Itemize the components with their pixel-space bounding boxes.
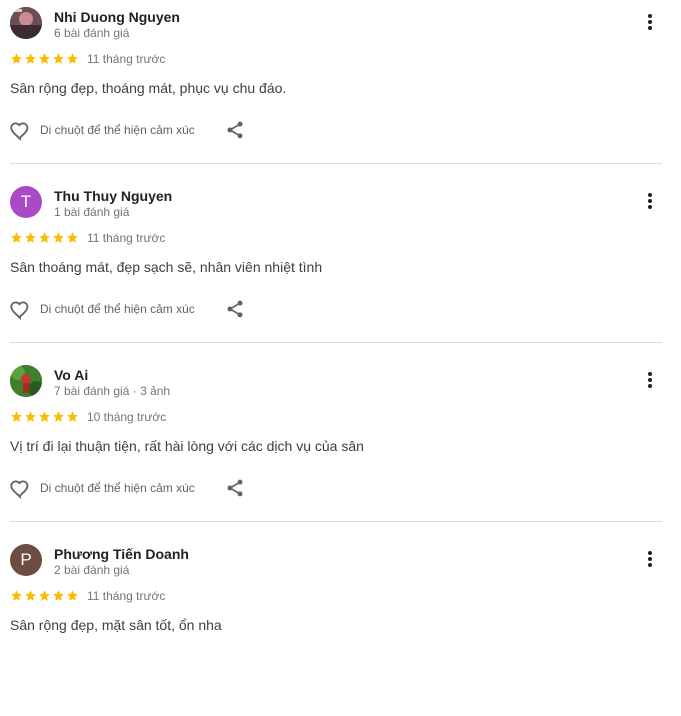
review-divider — [10, 163, 662, 164]
review-text: Sân rộng đẹp, thoáng mát, phục vụ chu đá… — [10, 80, 287, 96]
reviewer-meta: 6 bài đánh giá — [54, 26, 130, 40]
more-options-button[interactable] — [636, 8, 664, 36]
share-icon[interactable] — [225, 478, 245, 498]
review-card: T Thu Thuy Nguyen 1 bài đánh giá 11 thán… — [0, 179, 681, 358]
more-vertical-icon — [648, 193, 652, 209]
star-icon — [53, 590, 64, 601]
star-rating — [10, 589, 79, 603]
reviewer-meta: 2 bài đánh giá — [54, 563, 130, 577]
more-options-button[interactable] — [636, 545, 664, 573]
reviewer-name[interactable]: Vo Ai — [54, 367, 88, 383]
star-icon — [25, 590, 36, 601]
star-icon — [25, 232, 36, 243]
reviewer-meta: 7 bài đánh giá · 3 ảnh — [54, 384, 171, 398]
like-label: Di chuột để thể hiện cảm xúc — [40, 123, 195, 137]
share-icon[interactable] — [225, 120, 245, 140]
star-icon — [39, 232, 50, 243]
avatar-initial: P — [20, 550, 32, 569]
review-time: 11 tháng trước — [87, 231, 166, 245]
star-rating — [10, 231, 79, 245]
star-icon — [39, 53, 50, 64]
heart-outline-icon[interactable] — [9, 120, 31, 142]
star-rating — [10, 410, 79, 424]
reviewer-name[interactable]: Nhi Duong Nguyen — [54, 9, 180, 25]
review-divider — [10, 342, 662, 343]
star-icon — [39, 590, 50, 601]
review-text: Vị trí đi lại thuận tiện, rất hài lòng v… — [10, 438, 364, 454]
star-icon — [25, 53, 36, 64]
review-text: Sân rộng đẹp, mặt sân tốt, ổn nha — [10, 617, 222, 633]
reviewer-meta: 1 bài đánh giá — [54, 205, 130, 219]
star-icon — [11, 232, 22, 243]
star-icon — [53, 53, 64, 64]
review-time: 10 tháng trước — [87, 410, 167, 424]
share-icon[interactable] — [225, 299, 245, 319]
review-time: 11 tháng trước — [87, 589, 166, 603]
review-divider — [10, 521, 662, 522]
star-icon — [67, 411, 78, 422]
more-vertical-icon — [648, 372, 652, 388]
star-icon — [67, 232, 78, 243]
star-icon — [11, 590, 22, 601]
avatar[interactable] — [10, 365, 42, 397]
review-card: Vo Ai 7 bài đánh giá · 3 ảnh 10 tháng tr… — [0, 358, 681, 537]
star-icon — [67, 53, 78, 64]
star-icon — [11, 53, 22, 64]
heart-outline-icon[interactable] — [9, 478, 31, 500]
reviewer-name[interactable]: Thu Thuy Nguyen — [54, 188, 172, 204]
like-label: Di chuột để thể hiện cảm xúc — [40, 302, 195, 316]
more-options-button[interactable] — [636, 187, 664, 215]
more-vertical-icon — [648, 551, 652, 567]
avatar[interactable]: T — [10, 186, 42, 218]
avatar-initial: T — [20, 192, 32, 211]
more-options-button[interactable] — [636, 366, 664, 394]
avatar[interactable] — [10, 7, 42, 39]
heart-outline-icon[interactable] — [9, 299, 31, 321]
star-icon — [39, 411, 50, 422]
star-icon — [67, 590, 78, 601]
like-label: Di chuột để thể hiện cảm xúc — [40, 481, 195, 495]
star-icon — [53, 232, 64, 243]
star-icon — [11, 411, 22, 422]
review-text: Sân thoáng mát, đẹp sạch sẽ, nhân viên n… — [10, 259, 323, 275]
more-vertical-icon — [648, 14, 652, 30]
review-time: 11 tháng trước — [87, 52, 166, 66]
avatar[interactable]: P — [10, 544, 42, 576]
review-card: P Phương Tiến Doanh 2 bài đánh giá 11 th… — [0, 537, 681, 716]
star-icon — [25, 411, 36, 422]
star-rating — [10, 52, 79, 66]
reviewer-name[interactable]: Phương Tiến Doanh — [54, 546, 189, 562]
star-icon — [53, 411, 64, 422]
review-card: Nhi Duong Nguyen 6 bài đánh giá 11 tháng… — [0, 0, 681, 179]
